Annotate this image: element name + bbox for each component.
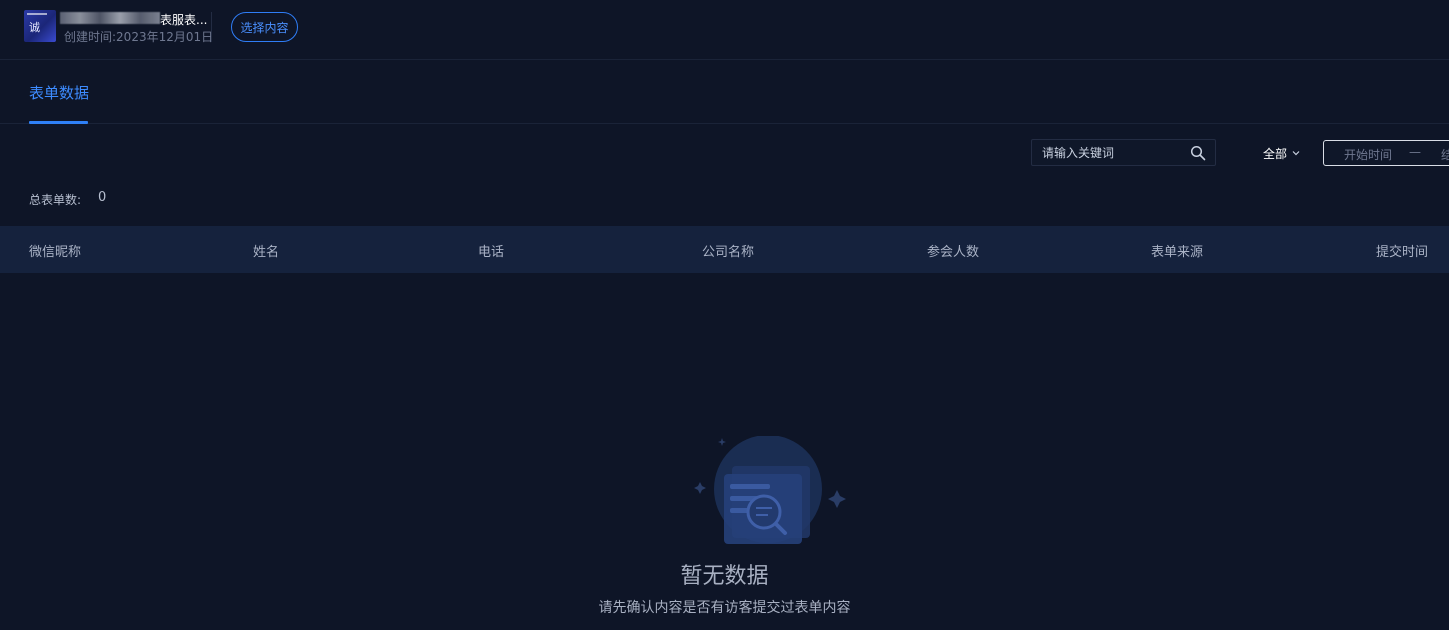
source-filter-select[interactable]: 全部 bbox=[1263, 145, 1301, 161]
blurred-title bbox=[60, 12, 160, 24]
date-separator: — bbox=[1409, 145, 1421, 159]
content-title: 表服表... bbox=[160, 13, 208, 27]
thumbnail-text: 诚 bbox=[29, 21, 40, 34]
content-header: 诚 表服表... 创建时间:2023年12月01日 选择内容 bbox=[0, 0, 1449, 60]
table-header: 微信昵称 姓名 电话 公司名称 参会人数 表单来源 提交时间 bbox=[0, 226, 1449, 273]
column-header-attendees: 参会人数 bbox=[927, 245, 980, 260]
total-forms-label: 总表单数: bbox=[29, 193, 82, 207]
search-input[interactable] bbox=[1032, 140, 1182, 165]
date-end-input[interactable]: 结 bbox=[1441, 146, 1449, 163]
select-content-button[interactable]: 选择内容 bbox=[231, 12, 298, 42]
date-range-picker[interactable]: 开始时间 — 结 bbox=[1323, 140, 1449, 166]
column-header-name: 姓名 bbox=[253, 245, 280, 260]
filter-selected-value: 全部 bbox=[1263, 146, 1288, 161]
chevron-down-icon bbox=[1292, 151, 1300, 156]
date-start-input[interactable]: 开始时间 bbox=[1344, 146, 1392, 163]
tab-bar: 表单数据 bbox=[0, 60, 1449, 124]
column-header-company: 公司名称 bbox=[702, 245, 755, 260]
empty-state-description: 请先确认内容是否有访客提交过表单内容 bbox=[598, 600, 851, 616]
empty-state-title: 暂无数据 bbox=[680, 564, 769, 589]
thumbnail-decoration bbox=[27, 13, 47, 15]
created-time: 创建时间:2023年12月01日 bbox=[64, 30, 214, 44]
form-data-page: 诚 表服表... 创建时间:2023年12月01日 选择内容 表单数据 全部 开… bbox=[0, 0, 1449, 630]
column-header-form-source: 表单来源 bbox=[1151, 245, 1204, 260]
column-header-wechat-nickname: 微信昵称 bbox=[29, 245, 82, 260]
empty-data-illustration bbox=[694, 436, 846, 544]
column-header-submit-time: 提交时间 bbox=[1376, 245, 1429, 260]
content-thumbnail: 诚 bbox=[24, 10, 56, 42]
column-header-phone: 电话 bbox=[478, 245, 505, 260]
total-forms-value: 0 bbox=[98, 190, 107, 205]
search-icon[interactable] bbox=[1190, 145, 1206, 161]
tab-active-indicator bbox=[29, 121, 88, 124]
tab-form-data[interactable]: 表单数据 bbox=[29, 82, 89, 103]
header-divider bbox=[211, 12, 212, 42]
search-box bbox=[1031, 139, 1216, 166]
